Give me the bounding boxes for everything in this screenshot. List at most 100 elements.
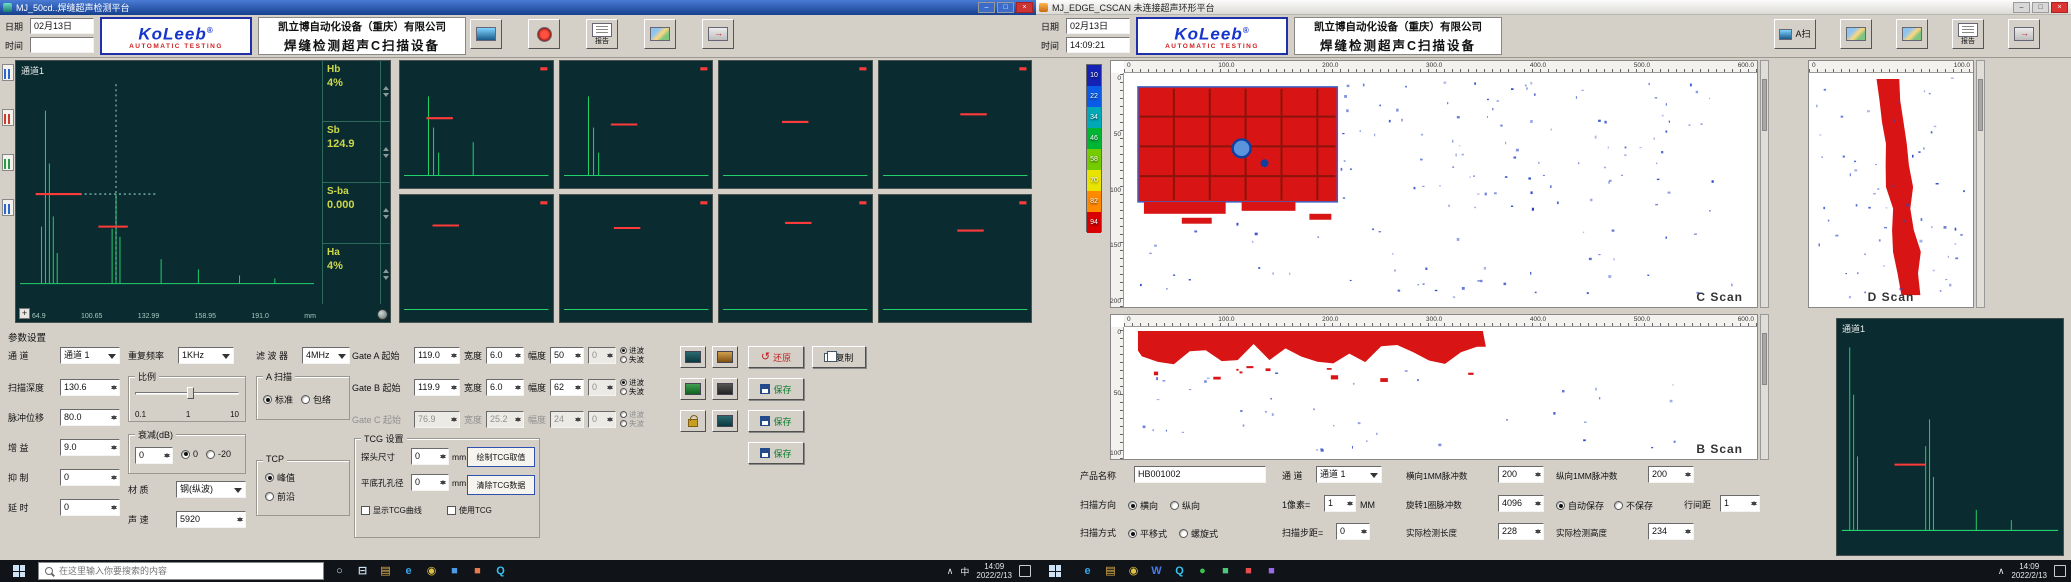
fbh-input[interactable]: 0	[411, 474, 449, 491]
ime-indicator[interactable]: 中	[960, 565, 969, 578]
scan-panel-3[interactable]	[559, 60, 714, 189]
minimize-button[interactable]: –	[978, 2, 995, 13]
search-input[interactable]	[59, 566, 317, 576]
taskbar-clock[interactable]: 14:092022/2/13	[2011, 562, 2047, 580]
radio-icon[interactable]	[620, 388, 627, 395]
image-button-2[interactable]	[1896, 19, 1928, 49]
close-button[interactable]: ×	[2051, 2, 2068, 13]
edge-icon[interactable]: e	[1080, 564, 1095, 579]
gate-value-input[interactable]: 119.0	[414, 347, 460, 364]
chart-tool-icon-2[interactable]	[2, 109, 14, 126]
report-button[interactable]: 报告	[1952, 19, 1984, 49]
save-button-3[interactable]: 保存	[748, 442, 804, 464]
taskview-icon[interactable]: ⊟	[355, 564, 370, 579]
taskbar-clock[interactable]: 14:092022/2/13	[976, 562, 1012, 580]
report-button[interactable]: 报告	[586, 19, 618, 49]
gate-value-input[interactable]: 0	[588, 411, 616, 428]
radio-option[interactable]: 自动保存	[1556, 499, 1604, 512]
radio-icon[interactable]	[263, 395, 272, 404]
radio-option[interactable]: 横向	[1128, 499, 1158, 512]
cortana-icon[interactable]: ○	[332, 564, 347, 579]
chart-tool-icon-4[interactable]	[2, 199, 14, 216]
radio-icon[interactable]	[181, 450, 190, 459]
radio-icon[interactable]	[1128, 529, 1137, 538]
gate-value-input[interactable]: 0	[588, 347, 616, 364]
app-icon-blue[interactable]: ■	[447, 564, 462, 579]
taskbar-search[interactable]	[38, 562, 324, 580]
show-tcg-checkbox-item[interactable]: 显示TCG曲线	[361, 505, 422, 516]
record-button[interactable]	[528, 19, 560, 49]
chart-tool-icon-1[interactable]	[2, 64, 14, 81]
gain-input[interactable]: 9.0	[60, 439, 120, 456]
material-select[interactable]: 钢(纵波)	[176, 481, 246, 498]
ascan-button[interactable]: A扫	[1774, 19, 1816, 49]
qq-icon[interactable]: Q	[493, 564, 508, 579]
tray-chevron-icon[interactable]: ∧	[1998, 566, 2005, 577]
scan-panel-2[interactable]	[399, 60, 554, 189]
gate-value-input[interactable]: 50	[550, 347, 584, 364]
scrollbar-thumb[interactable]	[1762, 79, 1767, 131]
minimize-button[interactable]: –	[2013, 2, 2030, 13]
wechat-icon[interactable]: ●	[1195, 564, 1210, 579]
scan-panel-8[interactable]	[718, 194, 873, 323]
radio-option[interactable]: 包络	[301, 393, 331, 406]
draw-tcg-button[interactable]: 绘制TCG取值	[467, 447, 535, 467]
rev-pulses-input[interactable]: 4096	[1498, 495, 1544, 512]
exit-button[interactable]	[2008, 19, 2040, 49]
radio-icon[interactable]	[206, 450, 215, 459]
radio-option[interactable]: -20	[206, 449, 231, 459]
hpulse-input[interactable]: 200	[1498, 466, 1544, 483]
image-button-1[interactable]	[1840, 19, 1872, 49]
gate-tool-button-4[interactable]	[712, 378, 738, 400]
tray-chevron-icon[interactable]: ∧	[947, 566, 954, 577]
scan-panel-9[interactable]	[878, 194, 1033, 323]
gate-value-input[interactable]: 62	[550, 379, 584, 396]
channel-select[interactable]: 通道 1	[1316, 466, 1382, 483]
gate-value-input[interactable]: 119.9	[414, 379, 460, 396]
image-button[interactable]	[644, 19, 676, 49]
gate-tool-button-3[interactable]	[680, 378, 706, 400]
readout-spinner[interactable]	[381, 122, 390, 183]
file-explorer-icon[interactable]: ▤	[1103, 564, 1118, 579]
radio-icon[interactable]	[301, 395, 310, 404]
bscan-scrollbar[interactable]	[1760, 314, 1769, 460]
radio-option[interactable]: 进波	[620, 379, 644, 387]
gate-tool-button-1[interactable]	[680, 346, 706, 368]
notification-icon[interactable]	[2054, 565, 2066, 577]
gate-value-input[interactable]: 6.0	[486, 379, 524, 396]
file-explorer-icon[interactable]: ▤	[378, 564, 393, 579]
scan-panel-4[interactable]	[718, 60, 873, 189]
radio-icon[interactable]	[265, 492, 274, 501]
radio-icon[interactable]	[1179, 529, 1188, 538]
save-button-2[interactable]: 保存	[748, 410, 804, 432]
gate-value-input[interactable]: 0	[588, 379, 616, 396]
scrollbar-thumb[interactable]	[1762, 333, 1767, 385]
radio-option[interactable]: 不保存	[1614, 499, 1653, 512]
slider-thumb[interactable]	[187, 387, 194, 399]
readout-spinner[interactable]	[381, 61, 390, 122]
scan-panel-7[interactable]	[559, 194, 714, 323]
chrome-icon[interactable]: ◉	[1126, 564, 1141, 579]
channel-select[interactable]: 通道 1	[60, 347, 120, 364]
save-button-1[interactable]: 保存	[748, 378, 804, 400]
paint-icon[interactable]: ■	[470, 564, 485, 579]
gate-value-input[interactable]: 76.9	[414, 411, 460, 428]
radio-option[interactable]: 螺旋式	[1179, 527, 1218, 540]
radio-option[interactable]: 前沿	[265, 490, 295, 503]
lock-button[interactable]	[680, 410, 706, 432]
knob-icon[interactable]	[377, 309, 388, 320]
radio-icon[interactable]	[1170, 501, 1179, 510]
scan-panel-6[interactable]	[399, 194, 554, 323]
radio-option[interactable]: 0	[181, 449, 198, 459]
app-icon-red[interactable]: ■	[1241, 564, 1256, 579]
word-icon[interactable]: W	[1149, 564, 1164, 579]
chart-tool-icon-3[interactable]	[2, 154, 14, 171]
start-button[interactable]	[0, 560, 38, 582]
notification-icon[interactable]	[1019, 565, 1031, 577]
radio-icon[interactable]	[620, 420, 627, 427]
app-icon-green[interactable]: ■	[1218, 564, 1233, 579]
delay-input[interactable]: 0	[60, 499, 120, 516]
step-input[interactable]: 0	[1336, 523, 1370, 540]
close-button[interactable]: ×	[1016, 2, 1033, 13]
checkbox-icon[interactable]	[447, 506, 456, 515]
